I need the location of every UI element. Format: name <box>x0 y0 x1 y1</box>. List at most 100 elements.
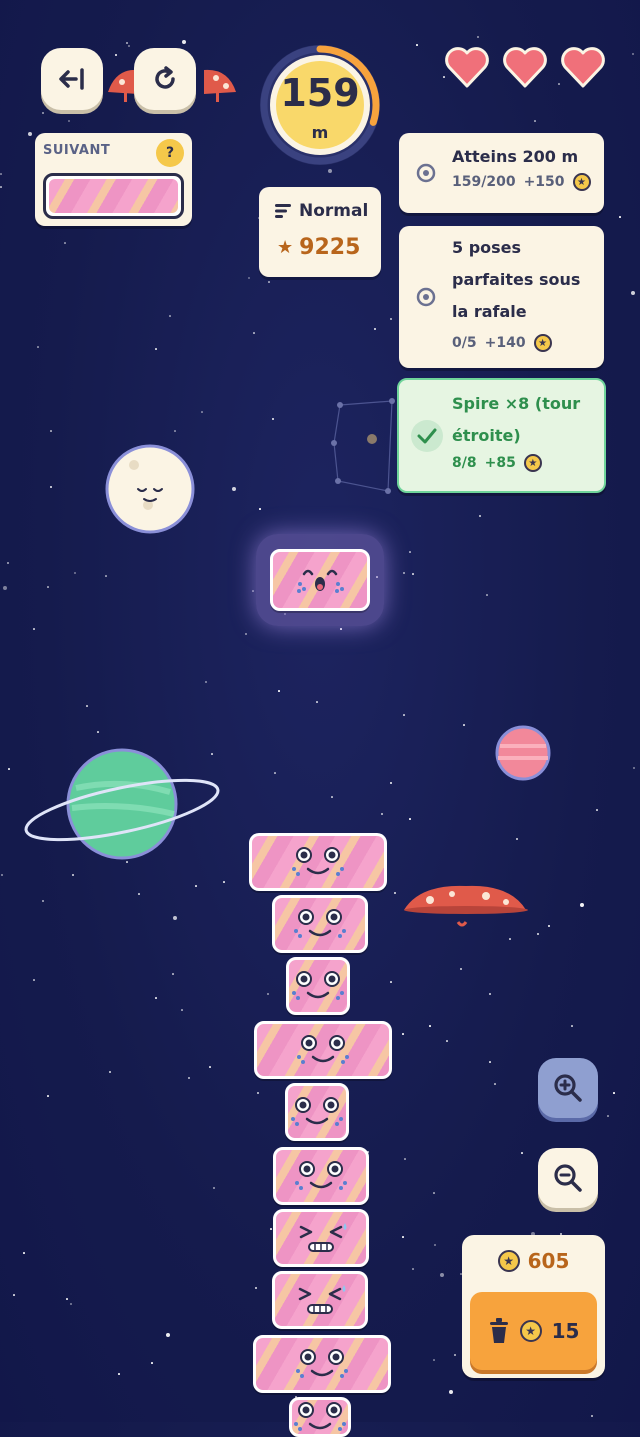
star <box>489 993 491 995</box>
happy-face-icon <box>294 1402 346 1431</box>
star <box>255 1287 257 1289</box>
star <box>109 1071 111 1073</box>
delete-cost: 15 <box>551 1319 580 1343</box>
star <box>70 1303 72 1305</box>
star <box>381 813 383 815</box>
star <box>223 881 225 883</box>
star <box>390 981 392 983</box>
star <box>47 586 49 588</box>
star <box>613 1092 615 1094</box>
mushroom-ufo <box>404 885 528 927</box>
star <box>390 782 392 784</box>
star <box>181 1009 183 1011</box>
star <box>596 809 598 811</box>
star <box>182 40 186 44</box>
zoom-out-icon <box>554 1164 582 1192</box>
star <box>138 893 140 895</box>
score-value: 9225 <box>299 235 361 260</box>
star <box>195 885 197 887</box>
star <box>188 1077 190 1079</box>
mission-progress: 0/5 <box>452 335 477 351</box>
zoom-out-button[interactable] <box>538 1148 598 1208</box>
star <box>402 1033 404 1035</box>
star <box>151 1362 153 1364</box>
star <box>374 328 376 330</box>
star <box>105 575 107 577</box>
constellation <box>331 398 395 494</box>
zoom-in-button[interactable] <box>538 1058 598 1118</box>
mission-progress: 8/8 <box>452 455 477 471</box>
star <box>166 1333 170 1337</box>
star <box>619 216 621 218</box>
mission-reward: +140 <box>484 335 526 351</box>
happy-face-icon <box>294 909 346 938</box>
altitude-unit: m <box>311 123 329 142</box>
star <box>571 1025 573 1027</box>
mission-title: 5 poses <box>452 238 522 257</box>
star-icon: ★ <box>277 237 294 258</box>
heart-icon <box>445 47 489 88</box>
star <box>64 242 66 244</box>
coin-icon: ★ <box>523 454 542 472</box>
star <box>591 1415 593 1417</box>
star <box>7 562 9 564</box>
tower-block <box>285 1083 349 1141</box>
ringed-planet <box>24 748 220 860</box>
small-pink-planet <box>495 725 551 781</box>
coin-balance: 605 <box>527 1249 570 1273</box>
restart-icon <box>155 66 175 89</box>
star <box>477 36 479 38</box>
star <box>1 874 3 876</box>
mission-card: 5 poses parfaites sous la rafale 0/5 +14… <box>399 226 604 368</box>
face-icon <box>297 569 344 593</box>
strained-face-icon <box>298 1285 346 1314</box>
tower-block <box>253 1335 391 1393</box>
star <box>454 1354 456 1356</box>
star <box>534 120 536 122</box>
star <box>548 925 550 927</box>
tower-block <box>273 1209 369 1267</box>
mission-card: Atteins 200 m 159/200 +150 ★ <box>399 133 604 213</box>
star <box>509 938 511 940</box>
star <box>248 277 250 279</box>
tower-block <box>254 1021 392 1079</box>
star <box>213 1187 215 1189</box>
restart-button[interactable] <box>134 48 196 110</box>
star <box>3 586 7 590</box>
mission-progress: 159/200 <box>452 174 516 190</box>
star <box>33 979 35 981</box>
altitude-gauge: 159 m <box>256 41 384 169</box>
next-piece-panel: SUIVANT ? <box>35 133 192 226</box>
star <box>412 1268 414 1270</box>
help-button[interactable]: ? <box>156 139 184 167</box>
happy-face-icon <box>292 847 344 876</box>
moon <box>105 444 195 534</box>
star <box>516 838 518 840</box>
exit-button[interactable] <box>41 48 103 110</box>
next-piece-label: SUIVANT <box>43 143 111 158</box>
coin-icon: ★ <box>572 173 591 191</box>
star <box>74 572 76 574</box>
star <box>115 54 117 56</box>
star <box>632 53 634 55</box>
star <box>416 44 418 46</box>
star <box>37 346 39 348</box>
star <box>42 112 44 114</box>
star <box>205 681 207 683</box>
mission-reward: +150 <box>523 174 565 190</box>
star <box>50 486 52 488</box>
star <box>463 724 465 726</box>
help-icon: ? <box>165 145 175 161</box>
star <box>155 997 157 999</box>
star <box>28 132 32 136</box>
star <box>412 573 414 575</box>
delete-block-button[interactable]: ★ 15 <box>470 1292 597 1370</box>
happy-face-icon <box>291 1097 343 1126</box>
star <box>173 916 177 920</box>
star <box>50 430 52 432</box>
star <box>232 487 236 491</box>
target-icon <box>416 287 436 307</box>
menu-lines-icon <box>275 204 291 218</box>
star <box>433 1359 435 1361</box>
mission-title: la rafale <box>452 302 527 321</box>
